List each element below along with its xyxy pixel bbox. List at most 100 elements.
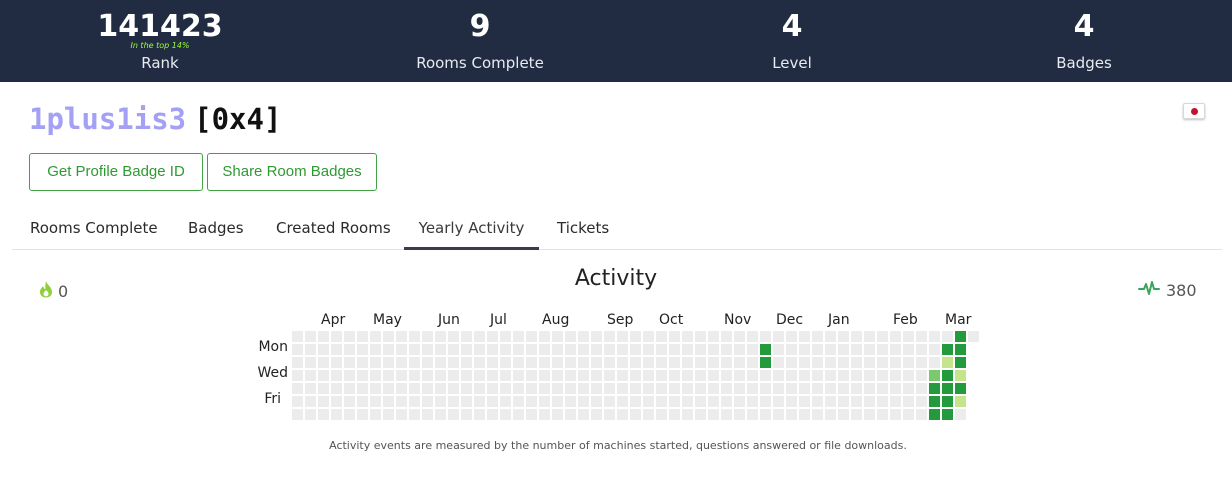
heatmap-cell[interactable] — [695, 331, 706, 342]
heatmap-cell[interactable] — [643, 331, 654, 342]
heatmap-cell[interactable] — [604, 383, 615, 394]
heatmap-cell[interactable] — [955, 383, 966, 394]
heatmap-cell[interactable] — [942, 383, 953, 394]
heatmap-cell[interactable] — [344, 383, 355, 394]
heatmap-cell[interactable] — [370, 370, 381, 381]
heatmap-cell[interactable] — [435, 344, 446, 355]
heatmap-cell[interactable] — [591, 409, 602, 420]
heatmap-cell[interactable] — [734, 357, 745, 368]
heatmap-cell[interactable] — [929, 370, 940, 381]
heatmap-cell[interactable] — [435, 331, 446, 342]
heatmap-cell[interactable] — [357, 396, 368, 407]
heatmap-cell[interactable] — [942, 344, 953, 355]
heatmap-cell[interactable] — [721, 344, 732, 355]
heatmap-cell[interactable] — [331, 409, 342, 420]
heatmap-cell[interactable] — [383, 344, 394, 355]
heatmap-cell[interactable] — [890, 370, 901, 381]
heatmap-cell[interactable] — [565, 383, 576, 394]
tab-yearly-activity[interactable]: Yearly Activity — [404, 211, 539, 250]
heatmap-cell[interactable] — [487, 409, 498, 420]
heatmap-cell[interactable] — [357, 370, 368, 381]
heatmap-cell[interactable] — [396, 383, 407, 394]
heatmap-cell[interactable] — [604, 409, 615, 420]
heatmap-cell[interactable] — [630, 396, 641, 407]
heatmap-cell[interactable] — [851, 370, 862, 381]
heatmap-cell[interactable] — [370, 344, 381, 355]
heatmap-cell[interactable] — [838, 331, 849, 342]
heatmap-cell[interactable] — [942, 331, 953, 342]
heatmap-cell[interactable] — [838, 396, 849, 407]
heatmap-cell[interactable] — [409, 331, 420, 342]
heatmap-cell[interactable] — [526, 357, 537, 368]
heatmap-cell[interactable] — [617, 383, 628, 394]
heatmap-cell[interactable] — [331, 370, 342, 381]
heatmap-cell[interactable] — [851, 344, 862, 355]
heatmap-cell[interactable] — [903, 357, 914, 368]
heatmap-cell[interactable] — [903, 331, 914, 342]
heatmap-cell[interactable] — [396, 357, 407, 368]
heatmap-cell[interactable] — [292, 383, 303, 394]
heatmap-cell[interactable] — [916, 357, 927, 368]
heatmap-cell[interactable] — [344, 357, 355, 368]
heatmap-cell[interactable] — [292, 370, 303, 381]
heatmap-cell[interactable] — [526, 331, 537, 342]
heatmap-cell[interactable] — [474, 331, 485, 342]
heatmap-cell[interactable] — [760, 370, 771, 381]
heatmap-cell[interactable] — [526, 370, 537, 381]
heatmap-cell[interactable] — [786, 409, 797, 420]
heatmap-cell[interactable] — [370, 331, 381, 342]
heatmap-cell[interactable] — [760, 383, 771, 394]
heatmap-cell[interactable] — [890, 344, 901, 355]
heatmap-cell[interactable] — [383, 331, 394, 342]
heatmap-cell[interactable] — [474, 357, 485, 368]
heatmap-cell[interactable] — [292, 409, 303, 420]
heatmap-cell[interactable] — [630, 383, 641, 394]
heatmap-cell[interactable] — [851, 396, 862, 407]
heatmap-cell[interactable] — [773, 357, 784, 368]
heatmap-cell[interactable] — [682, 396, 693, 407]
heatmap-cell[interactable] — [708, 344, 719, 355]
heatmap-cell[interactable] — [617, 409, 628, 420]
heatmap-cell[interactable] — [825, 396, 836, 407]
heatmap-cell[interactable] — [487, 357, 498, 368]
heatmap-cell[interactable] — [695, 344, 706, 355]
heatmap-cell[interactable] — [578, 396, 589, 407]
heatmap-cell[interactable] — [292, 331, 303, 342]
heatmap-cell[interactable] — [890, 331, 901, 342]
heatmap-cell[interactable] — [682, 383, 693, 394]
heatmap-cell[interactable] — [552, 409, 563, 420]
heatmap-cell[interactable] — [370, 383, 381, 394]
heatmap-cell[interactable] — [513, 331, 524, 342]
heatmap-cell[interactable] — [487, 331, 498, 342]
heatmap-cell[interactable] — [331, 331, 342, 342]
heatmap-cell[interactable] — [903, 370, 914, 381]
heatmap-cell[interactable] — [799, 357, 810, 368]
heatmap-cell[interactable] — [942, 396, 953, 407]
heatmap-cell[interactable] — [565, 409, 576, 420]
heatmap-cell[interactable] — [630, 370, 641, 381]
heatmap-cell[interactable] — [799, 370, 810, 381]
heatmap-cell[interactable] — [292, 396, 303, 407]
heatmap-cell[interactable] — [721, 383, 732, 394]
heatmap-cell[interactable] — [461, 396, 472, 407]
heatmap-cell[interactable] — [734, 383, 745, 394]
heatmap-cell[interactable] — [682, 331, 693, 342]
heatmap-cell[interactable] — [721, 331, 732, 342]
heatmap-cell[interactable] — [396, 370, 407, 381]
heatmap-cell[interactable] — [305, 357, 316, 368]
heatmap-cell[interactable] — [812, 344, 823, 355]
heatmap-cell[interactable] — [539, 357, 550, 368]
heatmap-cell[interactable] — [591, 344, 602, 355]
heatmap-cell[interactable] — [539, 409, 550, 420]
heatmap-cell[interactable] — [383, 396, 394, 407]
heatmap-cell[interactable] — [422, 344, 433, 355]
heatmap-cell[interactable] — [396, 409, 407, 420]
heatmap-cell[interactable] — [435, 396, 446, 407]
heatmap-cell[interactable] — [552, 396, 563, 407]
heatmap-cell[interactable] — [513, 344, 524, 355]
heatmap-cell[interactable] — [708, 331, 719, 342]
heatmap-cell[interactable] — [656, 396, 667, 407]
heatmap-cell[interactable] — [864, 357, 875, 368]
heatmap-cell[interactable] — [799, 344, 810, 355]
heatmap-cell[interactable] — [383, 370, 394, 381]
